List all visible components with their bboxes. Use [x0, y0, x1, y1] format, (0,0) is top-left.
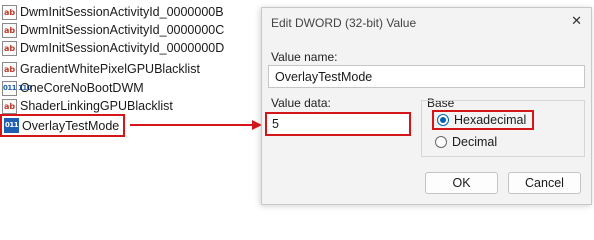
base-group: Hexadecimal Decimal [421, 100, 585, 157]
hexadecimal-label: Hexadecimal [454, 113, 527, 127]
value-data-label: Value data: [271, 96, 331, 110]
decimal-radio[interactable]: Decimal [435, 135, 497, 149]
decimal-label: Decimal [452, 135, 498, 149]
value-data-input[interactable]: 5 [265, 112, 411, 136]
close-icon[interactable]: ✕ [571, 14, 582, 29]
value-name-label: Value name: [271, 50, 338, 64]
radio-unselected-icon [435, 136, 447, 148]
cancel-button[interactable]: Cancel [508, 172, 581, 194]
value-name-field[interactable]: OverlayTestMode [268, 65, 585, 88]
dialog-title: Edit DWORD (32-bit) Value [271, 16, 417, 30]
ok-button[interactable]: OK [425, 172, 498, 194]
edit-dword-dialog: Edit DWORD (32-bit) Value ✕ Value name: … [261, 7, 592, 205]
radio-selected-icon [437, 114, 449, 126]
hexadecimal-radio[interactable]: Hexadecimal [432, 110, 535, 130]
